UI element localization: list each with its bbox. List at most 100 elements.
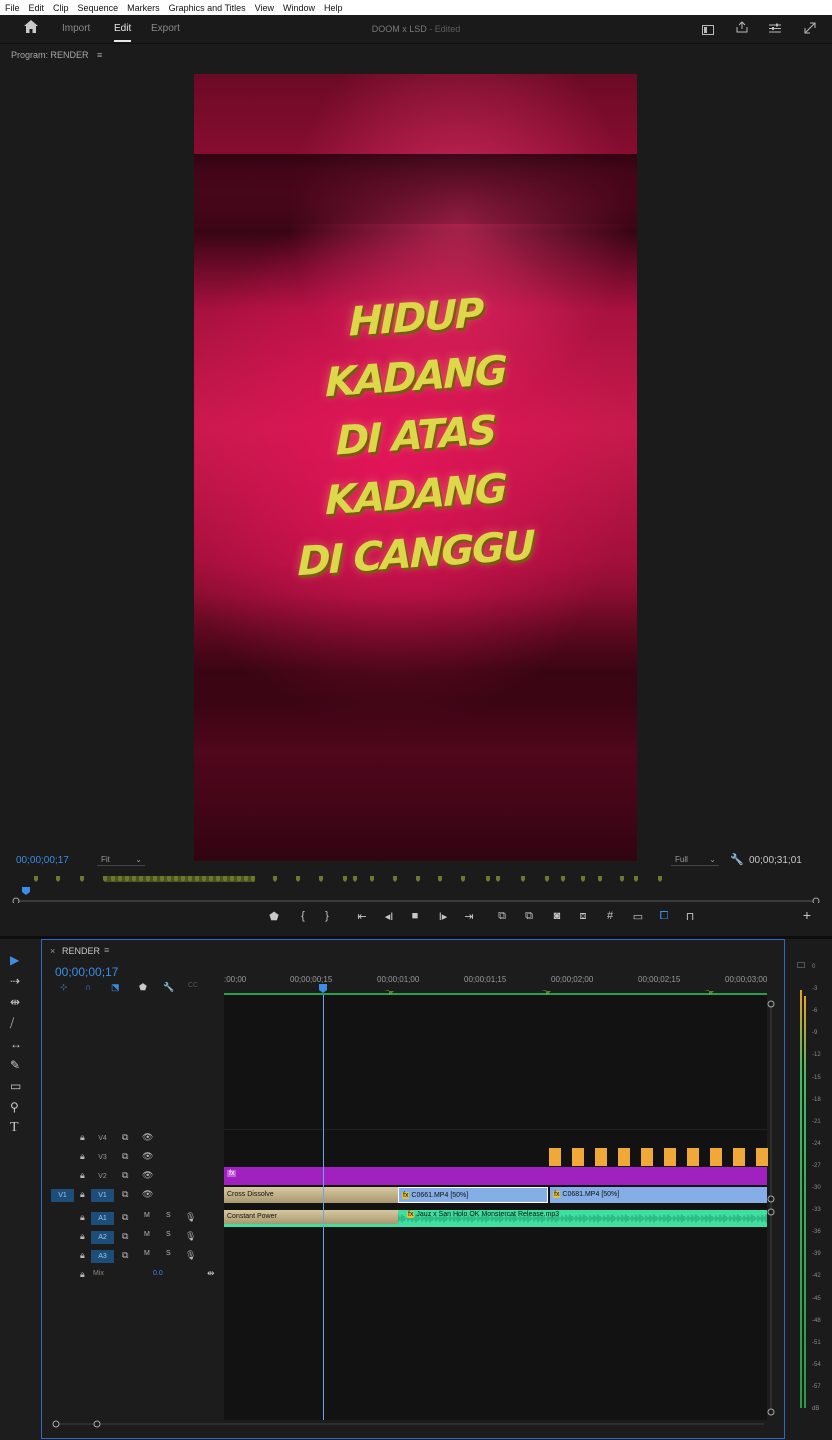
clip-marker[interactable] (319, 876, 323, 882)
track-select-tool-icon[interactable]: ⇢ (10, 974, 20, 988)
lock-icon[interactable]: 🔒︎ (80, 1250, 85, 1261)
panel-menu-icon[interactable]: ≡ (104, 945, 109, 955)
solo-button[interactable]: S (166, 1231, 171, 1238)
close-icon[interactable]: × (50, 946, 55, 956)
track-label-v3[interactable]: V3 (91, 1151, 114, 1164)
title-clip[interactable] (641, 1148, 653, 1166)
clip-marker[interactable] (496, 876, 500, 882)
playhead-line[interactable] (323, 995, 324, 1420)
add-marker-icon[interactable]: ⬟ (139, 982, 147, 993)
title-clip[interactable] (572, 1148, 584, 1166)
clip-marker[interactable] (438, 876, 442, 882)
cross-dissolve-transition[interactable]: Cross Dissolve (224, 1187, 398, 1203)
sync-lock-icon[interactable]: ⧉ (122, 1170, 128, 1181)
solo-button[interactable]: S (166, 1250, 171, 1257)
sequence-tab[interactable]: RENDER (62, 946, 100, 956)
selection-tool-icon[interactable]: ▶ (10, 953, 19, 967)
lock-icon[interactable]: 🔒︎ (80, 1269, 85, 1280)
fit-dropdown[interactable]: Fit ⌄ (97, 854, 145, 866)
nest-icon[interactable]: ⊹ (60, 982, 68, 993)
go-to-out-icon[interactable]: ⇥ (464, 910, 473, 923)
comparison-view-icon[interactable]: ⧈ (580, 910, 587, 923)
playhead[interactable] (22, 887, 30, 895)
lift-icon[interactable]: ⧉ (498, 910, 506, 923)
go-to-end-icon[interactable]: ⇹ (207, 1268, 215, 1279)
microphone-icon[interactable]: 🎙︎ (185, 1212, 196, 1223)
slip-tool-icon[interactable]: ↔ (10, 1037, 22, 1051)
lock-icon[interactable]: 🔒︎ (80, 1151, 85, 1162)
clip-marker[interactable] (370, 876, 374, 882)
mute-button[interactable]: M (144, 1250, 150, 1257)
clip-marker[interactable] (461, 876, 465, 882)
hand-tool-icon[interactable]: ⚲ (10, 1100, 19, 1114)
clip-marker[interactable] (343, 876, 347, 882)
clip-marker[interactable] (56, 876, 60, 882)
clip-indicator[interactable] (797, 962, 805, 968)
clip-marker[interactable] (634, 876, 638, 882)
mark-in-icon[interactable]: { (301, 910, 305, 922)
clip-marker[interactable] (416, 876, 420, 882)
timeline-playhead[interactable] (319, 984, 327, 993)
title-clip[interactable] (664, 1148, 676, 1166)
menu-clip[interactable]: Clip (53, 3, 69, 13)
title-clip[interactable] (549, 1148, 561, 1166)
menu-edit[interactable]: Edit (29, 3, 45, 13)
track-label-v4[interactable]: V4 (91, 1132, 114, 1145)
wrench-icon[interactable]: 🔧 (163, 982, 174, 993)
proxy-icon[interactable]: ▭ (633, 910, 643, 923)
sync-lock-icon[interactable]: ⧉ (122, 1151, 128, 1162)
menu-file[interactable]: File (5, 3, 20, 13)
vertical-scrollbar[interactable] (766, 1000, 776, 1420)
menu-sequence[interactable]: Sequence (78, 3, 119, 13)
mark-out-icon[interactable]: } (325, 910, 329, 922)
v2-adjustment-clip[interactable]: fx (224, 1167, 767, 1185)
clip-marker[interactable] (561, 876, 565, 882)
sync-lock-icon[interactable]: ⧉ (122, 1231, 128, 1242)
fullscreen-icon[interactable] (804, 22, 816, 37)
clip-marker[interactable] (273, 876, 277, 882)
title-clip[interactable] (595, 1148, 607, 1166)
safe-margins-icon[interactable]: # (607, 910, 613, 922)
eye-icon[interactable]: 👁︎ (142, 1189, 153, 1200)
clip-marker[interactable] (521, 876, 525, 882)
timeline-ruler[interactable]: :00;00 00;00;00;15 00;00;01;00 00;00;01;… (224, 968, 767, 995)
clip-marker[interactable] (658, 876, 662, 882)
sync-lock-icon[interactable]: ⧉ (122, 1212, 128, 1223)
clip-marker[interactable] (353, 876, 357, 882)
play-icon[interactable]: I▸ (439, 910, 448, 923)
timeline-timecode[interactable]: 00;00;00;17 (55, 965, 118, 979)
sync-lock-icon[interactable]: ⧉ (122, 1189, 128, 1200)
snap-icon[interactable]: ∩ (85, 982, 91, 992)
program-current-timecode[interactable]: 00;00;00;17 (16, 855, 69, 866)
trim-icon[interactable]: ⊓ (686, 910, 695, 923)
razor-tool-icon[interactable]: ⧸ (10, 1016, 14, 1031)
rectangle-tool-icon[interactable]: ▭ (10, 1079, 21, 1093)
clip-marker[interactable] (598, 876, 602, 882)
pen-tool-icon[interactable]: ✎ (10, 1058, 20, 1072)
horizontal-scrollbar[interactable] (50, 1419, 770, 1429)
microphone-icon[interactable]: 🎙︎ (185, 1231, 196, 1242)
menu-view[interactable]: View (255, 3, 274, 13)
video-preview[interactable]: HIDUP KADANG DI ATAS KADANG DI CANGGU (194, 74, 637, 861)
sync-lock-icon[interactable]: ⧉ (122, 1132, 128, 1143)
v1-clip-c0681[interactable]: fx C0681.MP4 [50%] (550, 1187, 767, 1203)
timeline-track-area[interactable]: fx Cross Dissolve fx C0661.MP4 [50%] fx … (224, 995, 768, 1420)
clip-marker[interactable] (620, 876, 624, 882)
title-clip[interactable] (687, 1148, 699, 1166)
track-label-a1[interactable]: A1 (91, 1212, 114, 1225)
linked-selection-icon[interactable]: ⬔ (111, 982, 120, 993)
program-mini-timeline[interactable] (10, 873, 822, 903)
add-button-icon[interactable]: + (803, 907, 811, 923)
mix-volume[interactable]: 0.0 (153, 1270, 163, 1277)
camera-icon[interactable]: ◙ (554, 910, 561, 922)
title-clip[interactable] (733, 1148, 745, 1166)
scroll-handle-right[interactable] (812, 897, 820, 903)
clip-marker[interactable] (486, 876, 490, 882)
share-icon[interactable] (736, 21, 748, 36)
clip-marker[interactable] (545, 876, 549, 882)
sync-lock-icon[interactable]: ⧉ (122, 1250, 128, 1261)
v1-clip-c0661[interactable]: fx C0661.MP4 [50%] (398, 1187, 548, 1203)
eye-icon[interactable]: 👁︎ (142, 1170, 153, 1181)
marker-icon[interactable]: ⬟ (269, 910, 279, 923)
lock-icon[interactable]: 🔒︎ (80, 1132, 85, 1143)
